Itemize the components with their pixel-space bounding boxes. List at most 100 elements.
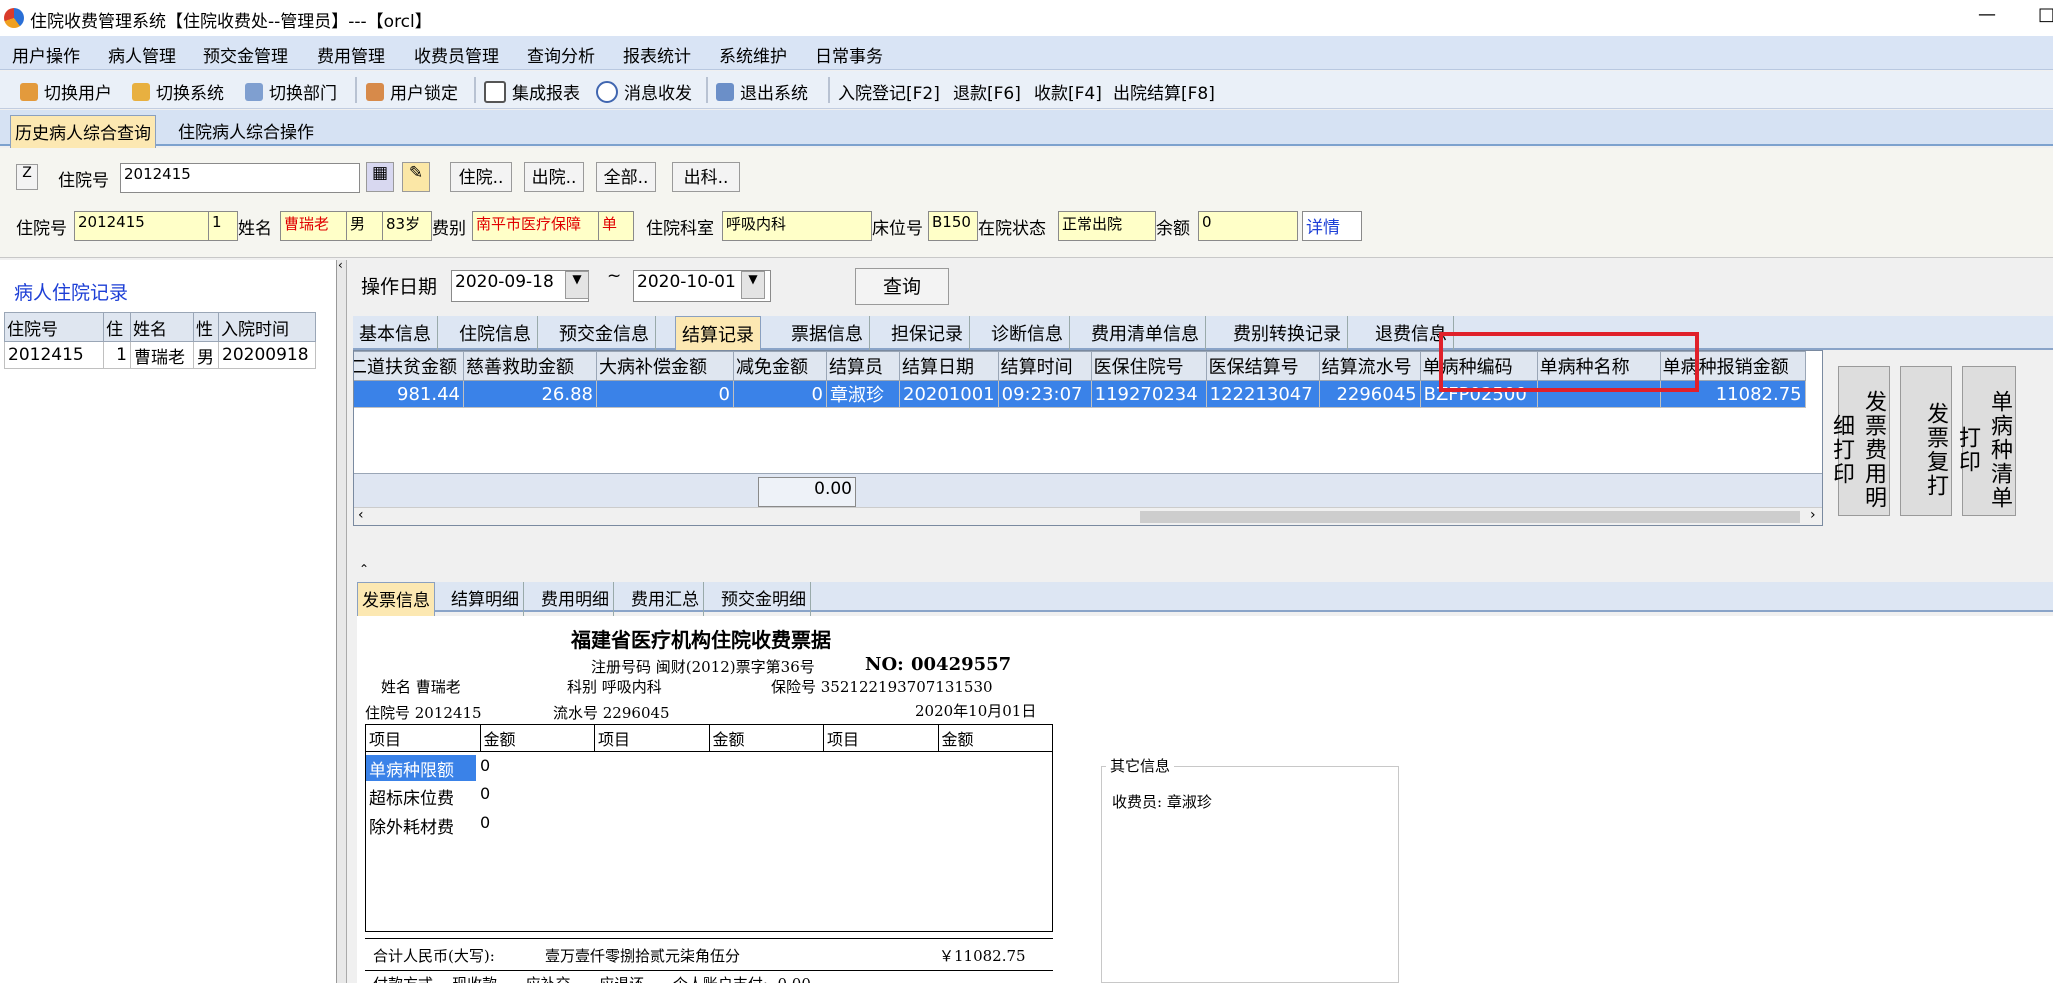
admit-button[interactable]: 入院登记[F2] — [838, 79, 940, 104]
table-cell[interactable]: 981.44 — [354, 380, 464, 408]
collapse-up-icon[interactable]: ⌃ — [359, 562, 369, 576]
col-relief-amount[interactable]: 减免金额 — [733, 351, 827, 381]
detail-button[interactable]: 详情 — [1302, 211, 1362, 241]
balance-label: 余额 — [1156, 219, 1190, 239]
patient-name-label: 姓名 — [238, 219, 272, 239]
invoice-pay-line: 付款方式 现收款 应补交 应退还 个人账户支付: 0.00 — [373, 973, 811, 983]
invoice-reg: 注册号码 闽财(2012)票字第36号 — [591, 658, 815, 676]
tab-prepay-detail[interactable]: 预交金明细 — [717, 582, 811, 620]
cell-inpatient-no[interactable]: 2012415 — [4, 341, 104, 369]
lock-icon — [366, 82, 384, 101]
table-row[interactable]: 2012415 1 曹瑞老 男 20200918 — [4, 341, 316, 369]
inpatient-no-input[interactable]: 2012415 — [120, 163, 360, 193]
scroll-right-icon[interactable]: › — [1810, 507, 1816, 523]
disease-list-print-button[interactable]: 单病种清单打印 — [1955, 366, 2016, 516]
switch-dept-button[interactable]: 切换部门 — [245, 79, 337, 104]
message-button[interactable]: 消息收发 — [596, 79, 692, 104]
col-admit-time[interactable]: 入院时间 — [218, 312, 316, 342]
annotation-box — [1439, 332, 1699, 392]
table-cell[interactable]: 119270234 — [1090, 380, 1207, 408]
maximize-button[interactable]: □ — [2038, 4, 2053, 25]
scroll-left-icon[interactable]: ‹ — [358, 507, 364, 523]
invoice-reprint-button[interactable]: 发票复打 — [1900, 366, 1952, 516]
switch-user-button[interactable]: 切换用户 — [20, 79, 112, 104]
dept-icon — [245, 82, 263, 101]
balance-field: 0 — [1198, 211, 1298, 241]
col-charity-amount[interactable]: 慈善救助金额 — [463, 351, 597, 381]
col-poverty-amount[interactable]: 二道扶贫金额 — [354, 351, 464, 381]
collapse-left-icon[interactable]: ‹ — [338, 258, 343, 272]
read-card-icon[interactable]: ▦ — [366, 162, 394, 192]
patient-no-field: 2012415 — [74, 211, 214, 241]
col-critical-amount[interactable]: 大病补偿金额 — [596, 351, 734, 381]
cell-sex[interactable]: 男 — [193, 341, 219, 369]
tab-fee-detail[interactable]: 费用明细 — [537, 582, 614, 620]
scroll-thumb[interactable] — [1140, 511, 1800, 523]
switch-system-button[interactable]: 切换系统 — [132, 79, 224, 104]
col-settle-date[interactable]: 结算日期 — [899, 351, 999, 381]
col-sex[interactable]: 性 — [193, 312, 219, 342]
lock-user-button[interactable]: 用户锁定 — [366, 79, 458, 104]
invoice-no-label: NO: — [865, 654, 904, 675]
col-times[interactable]: 住 — [103, 312, 131, 342]
table-cell[interactable]: 20201001 — [899, 380, 999, 408]
status-label: 在院状态 — [978, 219, 1046, 239]
exit-button[interactable]: 退出系统 — [716, 79, 808, 104]
z-button[interactable]: Z — [16, 164, 38, 190]
invoice-insurance: 保险号 352122193707131530 — [771, 678, 993, 696]
invoice-col-item: 项目 — [823, 724, 939, 752]
cell-name[interactable]: 曹瑞老 — [130, 341, 194, 369]
app-logo-icon — [4, 8, 24, 28]
all-filter-button[interactable]: 全部.. — [596, 162, 656, 192]
toolbar-separator — [828, 77, 830, 103]
col-ins-settle-no[interactable]: 医保结算号 — [1205, 351, 1320, 381]
minimize-button[interactable]: — — [1978, 4, 1996, 25]
table-cell[interactable]: 章淑珍 — [826, 380, 900, 408]
menu-patient[interactable]: 病人管理 — [108, 42, 176, 67]
col-cashier[interactable]: 结算员 — [826, 351, 900, 381]
cell-times[interactable]: 1 — [103, 341, 131, 369]
menu-system[interactable]: 系统维护 — [719, 42, 787, 67]
col-ins-inpatient-no[interactable]: 医保住院号 — [1090, 351, 1207, 381]
table-cell[interactable]: 09:23:07 — [997, 380, 1092, 408]
dept-out-filter-button[interactable]: 出科.. — [672, 162, 740, 192]
refund-button[interactable]: 退款[F6] — [953, 79, 1021, 104]
cell-admit-time[interactable]: 20200918 — [218, 341, 316, 369]
out-filter-button[interactable]: 出院.. — [524, 162, 584, 192]
col-inpatient-no[interactable]: 住院号 — [4, 312, 104, 342]
query-button[interactable]: 查询 — [855, 268, 949, 305]
menu-report[interactable]: 报表统计 — [623, 42, 691, 67]
tab-inpatient-ops[interactable]: 住院病人综合操作 — [174, 115, 318, 151]
bed-field: B150 — [928, 211, 978, 241]
col-settle-time[interactable]: 结算时间 — [997, 351, 1092, 381]
invoice-detail-print-button[interactable]: 发票费用明细打印 — [1829, 366, 1890, 516]
patient-no-label: 住院号 — [16, 219, 67, 239]
menu-prepay[interactable]: 预交金管理 — [203, 42, 288, 67]
collect-button[interactable]: 收款[F4] — [1034, 79, 1102, 104]
table-cell[interactable]: 2296045 — [1318, 380, 1421, 408]
col-serial-no[interactable]: 结算流水号 — [1318, 351, 1421, 381]
invoice-item-amount: 0 — [480, 784, 491, 803]
col-name[interactable]: 姓名 — [130, 312, 194, 342]
menu-cashier[interactable]: 收费员管理 — [414, 42, 499, 67]
table-cell[interactable]: 0 — [733, 380, 827, 408]
panel-splitter[interactable]: ‹ — [337, 258, 347, 983]
integrated-report-button[interactable]: 集成报表 — [484, 79, 580, 104]
menu-fee[interactable]: 费用管理 — [317, 42, 385, 67]
menu-query[interactable]: 查询分析 — [527, 42, 595, 67]
discharge-button[interactable]: 出院结算[F8] — [1113, 79, 1215, 104]
tab-fee-summary[interactable]: 费用汇总 — [627, 582, 704, 620]
tab-history-query[interactable]: 历史病人综合查询 — [10, 115, 156, 152]
table-cell[interactable]: 26.88 — [463, 380, 597, 408]
other-info-cashier: 收费员: 章淑珍 — [1112, 793, 1212, 811]
table-cell[interactable]: 122213047 — [1205, 380, 1320, 408]
admit-filter-button[interactable]: 住院.. — [450, 162, 512, 192]
tab-settle-detail[interactable]: 结算明细 — [447, 582, 524, 620]
date-from-dropdown-icon[interactable]: ▼ — [565, 271, 589, 299]
menu-daily[interactable]: 日常事务 — [815, 42, 883, 67]
table-cell[interactable]: 0 — [596, 380, 734, 408]
clear-icon[interactable]: ✎ — [402, 162, 430, 192]
horizontal-scrollbar[interactable]: ‹ › — [354, 507, 1822, 525]
menu-user-ops[interactable]: 用户操作 — [12, 42, 80, 67]
date-to-dropdown-icon[interactable]: ▼ — [741, 271, 765, 299]
